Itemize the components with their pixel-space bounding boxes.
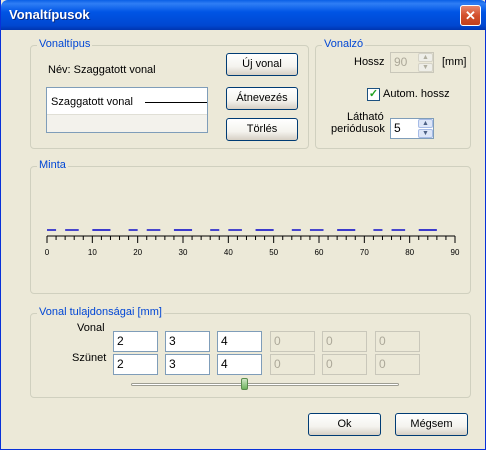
length-spinner: ▲ ▼ bbox=[418, 53, 433, 72]
line-row-label: Vonal bbox=[77, 322, 105, 334]
line-input-5: 0 bbox=[322, 331, 367, 352]
auto-length-label: Autom. hossz bbox=[383, 88, 450, 100]
ruler-tick-label: 20 bbox=[133, 248, 142, 257]
length-label: Hossz bbox=[354, 56, 385, 68]
line-name-label: Név: Szaggatott vonal bbox=[48, 64, 156, 76]
ruler-tick-label: 40 bbox=[224, 248, 233, 257]
ruler-tick-label: 30 bbox=[179, 248, 188, 257]
length-value: 90 bbox=[394, 55, 408, 69]
slider-thumb[interactable] bbox=[240, 378, 248, 390]
ok-button[interactable]: Ok bbox=[308, 413, 381, 436]
line-input-3[interactable]: 4 bbox=[217, 331, 262, 352]
line-preview-sample bbox=[145, 102, 207, 103]
rename-button[interactable]: Átnevezés bbox=[226, 87, 298, 110]
line-input-1[interactable]: 2 bbox=[113, 331, 158, 352]
line-input-2[interactable]: 3 bbox=[165, 331, 210, 352]
spin-down-icon[interactable]: ▼ bbox=[418, 129, 433, 138]
ruler-tick-label: 80 bbox=[405, 248, 414, 257]
check-mark-icon: ✓ bbox=[368, 88, 379, 100]
sample-group-label: Minta bbox=[37, 159, 68, 171]
spin-up-icon: ▲ bbox=[418, 53, 433, 62]
gap-input-4: 0 bbox=[270, 354, 315, 375]
line-type-group-label: Vonaltípus bbox=[37, 38, 93, 50]
gap-row-label: Szünet bbox=[72, 352, 107, 364]
visible-periods-label-2: periódusok bbox=[331, 123, 385, 135]
ruler-tick-label: 70 bbox=[360, 248, 369, 257]
line-input-6: 0 bbox=[375, 331, 420, 352]
auto-length-checkbox[interactable]: ✓ bbox=[367, 88, 380, 101]
visible-periods-spinner[interactable]: ▲ ▼ bbox=[418, 119, 433, 138]
line-preview-footer bbox=[47, 114, 207, 132]
ruler-group-label: Vonalzó bbox=[322, 38, 366, 50]
ruler-preview: 0 10 20 30 40 50 60 70 80 90 bbox=[45, 229, 460, 257]
close-button[interactable]: ✕ bbox=[460, 5, 481, 26]
spin-down-icon: ▼ bbox=[418, 63, 433, 72]
line-properties-group-label: Vonal tulajdonságai [mm] bbox=[37, 306, 164, 318]
line-preview-box[interactable]: Szaggatott vonal bbox=[46, 87, 208, 133]
visible-periods-label-1: Látható bbox=[347, 111, 384, 123]
ruler-tick-label: 50 bbox=[269, 248, 278, 257]
ruler-tick-label: 10 bbox=[88, 248, 97, 257]
slider-track[interactable] bbox=[131, 383, 399, 386]
ruler-tick-label: 60 bbox=[315, 248, 324, 257]
delete-button[interactable]: Törlés bbox=[226, 118, 298, 141]
ruler-tick-label: 90 bbox=[451, 248, 460, 257]
line-preview-name: Szaggatott vonal bbox=[51, 96, 133, 108]
gap-input-2[interactable]: 3 bbox=[165, 354, 210, 375]
gap-input-1[interactable]: 2 bbox=[113, 354, 158, 375]
new-line-button[interactable]: Új vonal bbox=[226, 53, 298, 76]
line-input-4: 0 bbox=[270, 331, 315, 352]
window-title: Vonaltípusok bbox=[9, 7, 90, 22]
spin-up-icon[interactable]: ▲ bbox=[418, 119, 433, 128]
length-unit: [mm] bbox=[442, 56, 467, 68]
ruler-tick-label: 0 bbox=[45, 248, 50, 257]
gap-input-5: 0 bbox=[322, 354, 367, 375]
title-bar[interactable]: Vonaltípusok ✕ bbox=[1, 0, 486, 30]
gap-input-3[interactable]: 4 bbox=[217, 354, 262, 375]
cancel-button[interactable]: Mégsem bbox=[395, 413, 468, 436]
gap-input-6: 0 bbox=[375, 354, 420, 375]
visible-periods-value: 5 bbox=[394, 121, 401, 135]
dialog-window: Vonaltípusok ✕ Vonaltípus Név: Szaggatot… bbox=[0, 0, 486, 450]
